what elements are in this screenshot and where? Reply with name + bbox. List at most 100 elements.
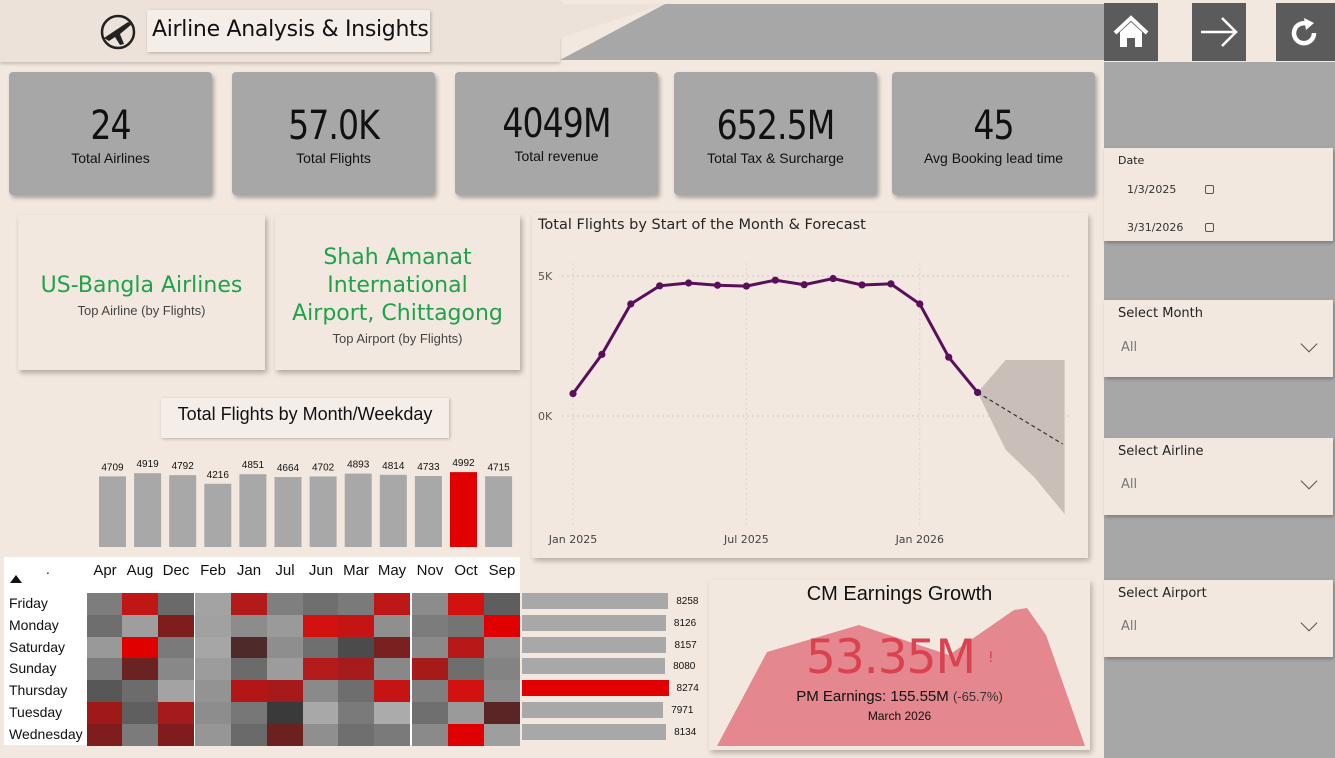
heatmap-cell[interactable] — [303, 723, 339, 747]
heatmap-cell[interactable] — [87, 614, 123, 638]
month-bar[interactable] — [414, 476, 442, 547]
heatmap-column-header[interactable]: May — [374, 562, 410, 586]
heatmap-cell[interactable] — [412, 614, 448, 638]
heatmap-column-header[interactable]: Feb — [195, 562, 231, 586]
weekday-bar[interactable] — [522, 680, 669, 697]
heatmap-cell[interactable] — [412, 593, 448, 616]
heatmap-cell[interactable] — [195, 593, 231, 616]
heatmap-cell[interactable] — [412, 658, 448, 681]
data-point[interactable] — [916, 300, 924, 308]
heatmap-cell[interactable] — [87, 593, 123, 616]
heatmap-cell[interactable] — [374, 636, 410, 659]
month-bar[interactable] — [379, 474, 407, 547]
month-bar[interactable] — [309, 476, 337, 547]
heatmap-cell[interactable] — [158, 723, 194, 747]
heatmap-cell[interactable] — [87, 658, 123, 681]
heatmap-cell[interactable] — [448, 680, 484, 703]
heatmap-cell[interactable] — [231, 702, 267, 725]
data-point[interactable] — [945, 353, 953, 361]
weekday-bar[interactable] — [522, 593, 669, 609]
heatmap-cell[interactable] — [338, 636, 374, 659]
heatmap-column-header[interactable]: Dec — [158, 562, 194, 586]
data-point[interactable] — [858, 281, 866, 289]
heatmap-column-header[interactable]: Sep — [484, 562, 520, 586]
heatmap-cell[interactable] — [338, 723, 374, 747]
data-point[interactable] — [598, 350, 606, 358]
heatmap-cell[interactable] — [448, 702, 484, 725]
data-point[interactable] — [685, 279, 693, 287]
heatmap-cell[interactable] — [412, 636, 448, 659]
heatmap-cell[interactable] — [338, 593, 374, 616]
heatmap-cell[interactable] — [158, 593, 194, 616]
data-point[interactable] — [887, 280, 895, 288]
heatmap-cell[interactable] — [484, 636, 520, 659]
data-point[interactable] — [974, 388, 982, 397]
heatmap-cell[interactable] — [448, 636, 484, 659]
airport-slicer[interactable]: Select Airport All — [1104, 580, 1333, 657]
heatmap-cell[interactable] — [267, 723, 303, 747]
heatmap-cell[interactable] — [338, 658, 374, 681]
heatmap-column-header[interactable]: Jan — [231, 562, 267, 586]
month-bar[interactable] — [134, 473, 162, 547]
heatmap-cell[interactable] — [195, 723, 231, 747]
heatmap-cell[interactable] — [195, 614, 231, 638]
month-bar[interactable] — [169, 475, 197, 547]
heatmap-cell[interactable] — [122, 723, 158, 747]
heatmap-cell[interactable] — [448, 614, 484, 638]
heatmap-cell[interactable] — [484, 702, 520, 725]
heatmap-cell[interactable] — [484, 658, 520, 681]
heatmap-cell[interactable] — [412, 680, 448, 703]
heatmap-cell[interactable] — [303, 636, 339, 659]
heatmap-cell[interactable] — [267, 702, 303, 725]
heatmap-cell[interactable] — [338, 702, 374, 725]
sort-ascending-icon[interactable] — [10, 575, 22, 583]
month-bar[interactable] — [485, 476, 513, 547]
calendar-icon[interactable] — [1205, 223, 1214, 232]
month-slicer-value[interactable]: All — [1121, 340, 1137, 355]
heatmap-cell[interactable] — [231, 723, 267, 747]
date-slicer[interactable]: Date 1/3/2025 3/31/2026 — [1104, 148, 1333, 241]
heatmap-cell[interactable] — [338, 680, 374, 703]
chevron-down-icon[interactable] — [1300, 472, 1318, 490]
data-point[interactable] — [713, 281, 722, 289]
heatmap-cell[interactable] — [158, 702, 194, 725]
heatmap-cell[interactable] — [484, 614, 520, 638]
heatmap-cell[interactable] — [158, 680, 194, 703]
calendar-icon[interactable] — [1205, 185, 1214, 194]
weekday-bar[interactable] — [522, 636, 667, 653]
heatmap-cell[interactable] — [374, 658, 410, 681]
chevron-down-icon[interactable] — [1300, 614, 1318, 632]
data-point[interactable] — [627, 300, 635, 308]
heatmap-cell[interactable] — [158, 658, 194, 681]
heatmap-cell[interactable] — [122, 614, 158, 638]
airport-slicer-value[interactable]: All — [1121, 619, 1137, 634]
heatmap-cell[interactable] — [231, 636, 267, 659]
date-to-input[interactable]: 3/31/2026 — [1127, 221, 1183, 234]
heatmap-cell[interactable] — [231, 593, 267, 616]
data-point[interactable] — [800, 281, 808, 289]
month-bar[interactable] — [450, 472, 477, 547]
month-bar[interactable] — [274, 477, 302, 547]
heatmap-cell[interactable] — [412, 702, 448, 725]
heatmap-cell[interactable] — [448, 658, 484, 681]
heatmap-column-header[interactable]: Jun — [303, 562, 339, 586]
heatmap-cell[interactable] — [374, 614, 410, 638]
heatmap-cell[interactable] — [122, 593, 158, 616]
heatmap-cell[interactable] — [448, 723, 484, 747]
heatmap-cell[interactable] — [267, 658, 303, 681]
heatmap-cell[interactable] — [267, 614, 303, 638]
heatmap-cell[interactable] — [303, 680, 339, 703]
heatmap-cell[interactable] — [231, 680, 267, 703]
heatmap-column-header[interactable]: Aug — [122, 562, 158, 586]
heatmap-cell[interactable] — [158, 636, 194, 659]
data-point[interactable] — [656, 282, 664, 290]
heatmap-cell[interactable] — [412, 723, 448, 747]
heatmap-cell[interactable] — [448, 593, 484, 616]
heatmap-cell[interactable] — [267, 636, 303, 659]
weekday-bar[interactable] — [522, 702, 664, 718]
month-bar[interactable] — [239, 474, 267, 547]
airline-slicer[interactable]: Select Airline All — [1104, 438, 1333, 515]
heatmap-cell[interactable] — [195, 680, 231, 703]
heatmap-cell[interactable] — [338, 614, 374, 638]
heatmap-column-header[interactable]: Nov — [412, 562, 448, 586]
